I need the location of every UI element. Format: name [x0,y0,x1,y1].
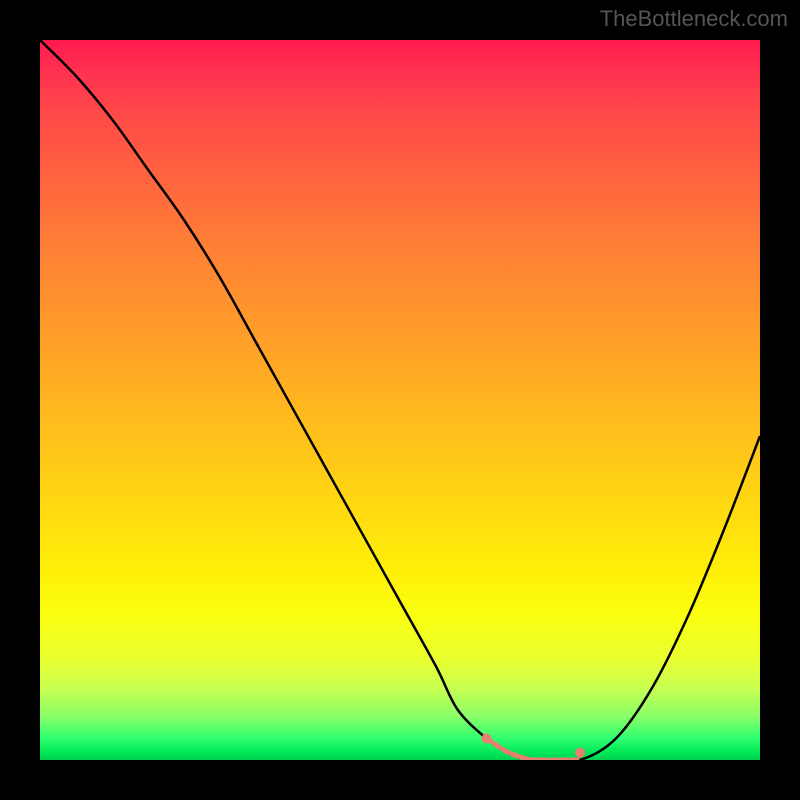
optimal-dash [486,738,580,760]
curve-svg [40,40,760,760]
marker-dot [575,748,585,758]
chart-plot-area [40,40,760,760]
bottleneck-curve [40,40,760,760]
attribution-text: TheBottleneck.com [600,6,788,32]
